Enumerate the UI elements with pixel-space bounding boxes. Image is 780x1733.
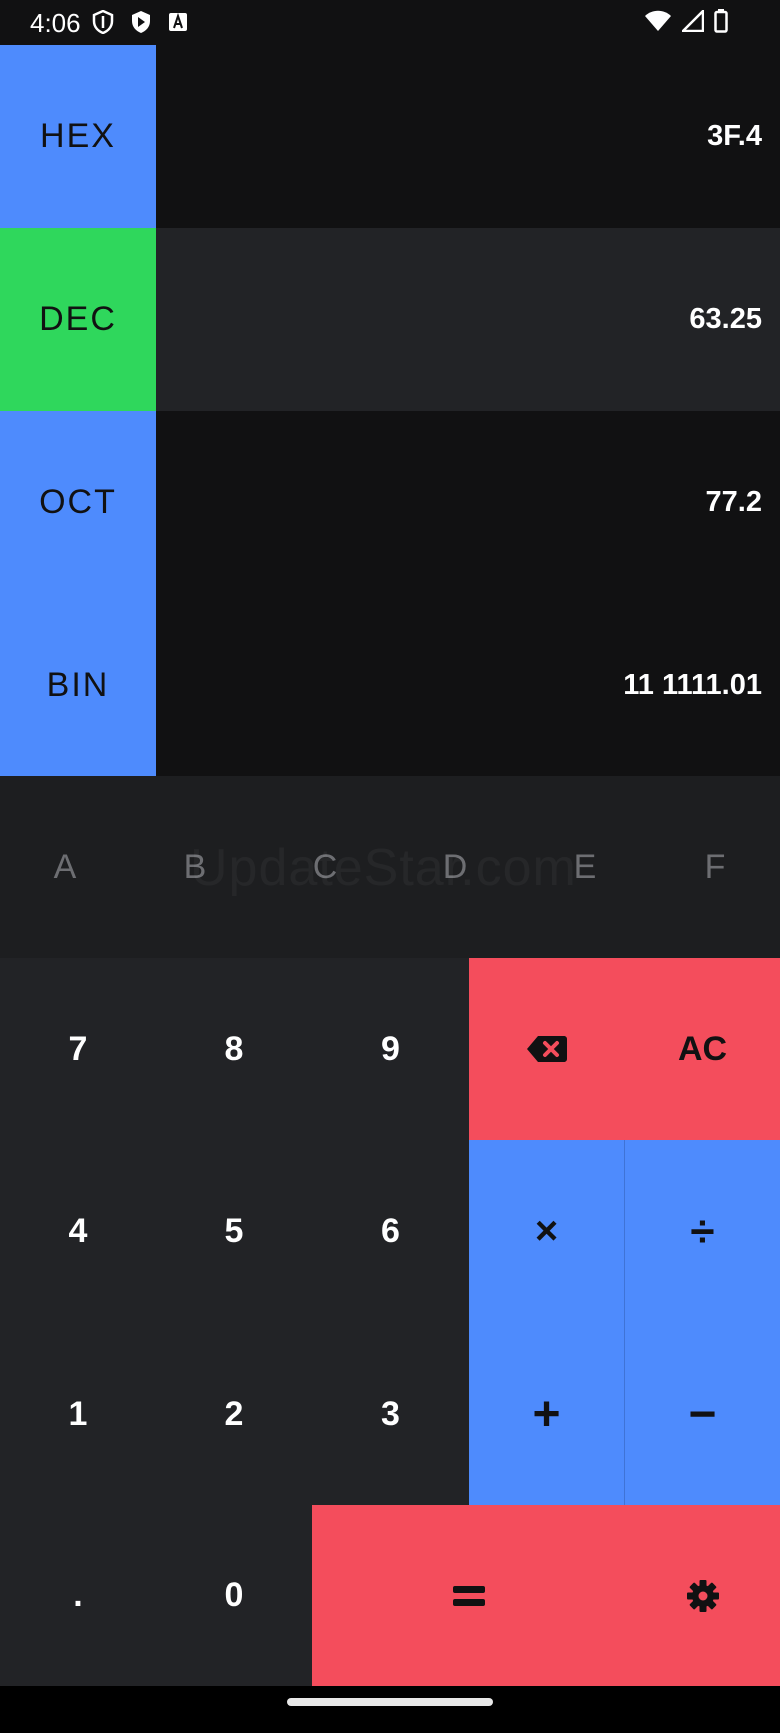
bin-value: 11 1111.01 (623, 668, 762, 701)
status-left-icons (92, 10, 188, 34)
key-a[interactable]: A (0, 776, 130, 958)
backspace-button[interactable] (469, 958, 625, 1140)
hex-label[interactable]: HEX (0, 45, 156, 228)
key-0[interactable]: 0 (156, 1505, 312, 1686)
shield-icon (92, 10, 114, 34)
key-3[interactable]: 3 (312, 1323, 469, 1505)
key-c[interactable]: C (260, 776, 390, 958)
home-gesture-handle[interactable] (287, 1698, 493, 1706)
play-protect-icon (132, 11, 150, 33)
key-2[interactable]: 2 (156, 1323, 312, 1505)
keypad: 7 8 9 AC 4 5 6 × ÷ 1 2 3 + − . 0 (0, 958, 780, 1686)
oct-value: 77.2 (705, 486, 762, 518)
signal-icon (682, 10, 704, 32)
navigation-bar (0, 1686, 780, 1733)
status-time: 4:06 (30, 8, 81, 38)
hex-value: 3F.4 (707, 120, 762, 152)
key-d[interactable]: D (390, 776, 520, 958)
hex-row[interactable]: HEX 3F.4 (0, 45, 780, 228)
battery-icon (714, 9, 728, 33)
equals-icon (452, 1585, 485, 1606)
key-1[interactable]: 1 (0, 1323, 156, 1505)
wifi-icon (645, 10, 671, 31)
key-4[interactable]: 4 (0, 1140, 156, 1323)
plus-button[interactable]: + (469, 1323, 625, 1505)
key-9[interactable]: 9 (312, 958, 469, 1140)
key-7[interactable]: 7 (0, 958, 156, 1140)
divide-button[interactable]: ÷ (625, 1140, 780, 1323)
dec-row[interactable]: DEC 63.25 (0, 228, 780, 411)
hex-keys-row: A B C D E F (0, 776, 780, 958)
status-bar: 4:06 (0, 0, 780, 45)
multiply-button[interactable]: × (469, 1140, 625, 1323)
font-icon (169, 12, 187, 31)
minus-button[interactable]: − (625, 1323, 780, 1505)
key-e[interactable]: E (520, 776, 650, 958)
clear-button[interactable]: AC (625, 958, 780, 1140)
key-8[interactable]: 8 (156, 958, 312, 1140)
backspace-icon (527, 1036, 567, 1062)
key-f[interactable]: F (650, 776, 780, 958)
oct-row[interactable]: OCT 77.2 (0, 411, 780, 594)
dec-value: 63.25 (689, 303, 762, 335)
equals-button[interactable] (312, 1505, 625, 1686)
bin-label[interactable]: BIN (0, 594, 156, 776)
bin-row[interactable]: BIN 11 1111.01 (0, 594, 780, 776)
dec-label[interactable]: DEC (0, 228, 156, 411)
key-5[interactable]: 5 (156, 1140, 312, 1323)
key-dot[interactable]: . (0, 1505, 156, 1686)
status-right-icons (644, 9, 728, 33)
gear-icon (686, 1579, 719, 1612)
oct-label[interactable]: OCT (0, 411, 156, 594)
settings-button[interactable] (625, 1505, 780, 1686)
key-6[interactable]: 6 (312, 1140, 469, 1323)
key-b[interactable]: B (130, 776, 260, 958)
